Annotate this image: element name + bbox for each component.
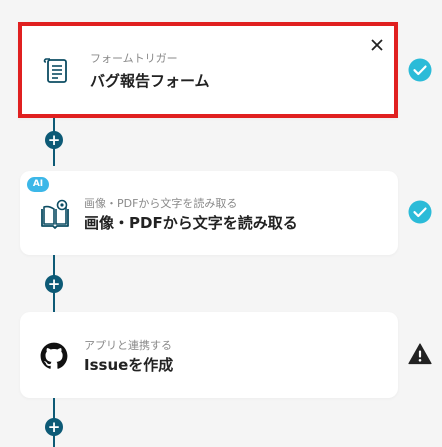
step-title: 画像・PDFから文字を読み取る	[84, 214, 298, 232]
step-title: バグ報告フォーム	[90, 72, 210, 90]
step-card-form-trigger[interactable]: フォームトリガー バグ報告フォーム	[18, 22, 398, 118]
add-step-button[interactable]: +	[45, 418, 63, 436]
status-complete-icon	[408, 58, 432, 82]
close-icon[interactable]	[368, 36, 386, 54]
add-step-button[interactable]: +	[45, 131, 63, 149]
step-card-github-issue[interactable]: アプリと連携する Issueを作成	[20, 312, 398, 398]
step-subtitle: フォームトリガー	[90, 52, 178, 65]
add-step-button[interactable]: +	[45, 275, 63, 293]
step-title: Issueを作成	[84, 356, 174, 374]
status-complete-icon	[408, 200, 432, 224]
ocr-book-icon	[40, 199, 70, 229]
step-card-ocr[interactable]: 画像・PDFから文字を読み取る 画像・PDFから文字を読み取る	[20, 171, 398, 255]
step-subtitle: 画像・PDFから文字を読み取る	[84, 197, 238, 210]
warning-icon	[408, 342, 432, 366]
github-icon	[40, 342, 70, 372]
form-icon	[42, 56, 72, 86]
ai-badge: AI	[27, 177, 49, 192]
step-subtitle: アプリと連携する	[84, 339, 172, 352]
